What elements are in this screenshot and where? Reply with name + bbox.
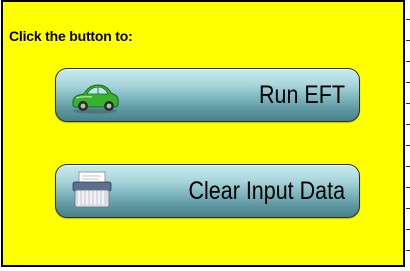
car-icon [70,77,120,120]
shredder-icon [70,171,116,215]
grid-edge [406,0,410,271]
macro-panel: Click the button to: Run EFT Clear Input… [1,0,405,267]
run-eft-button[interactable]: Run EFT [55,68,360,122]
instruction-label: Click the button to: [9,28,133,44]
run-eft-label: Run EFT [258,80,345,109]
clear-input-data-label: Clear Input Data [188,176,345,205]
clear-input-data-button[interactable]: Clear Input Data [55,164,360,218]
